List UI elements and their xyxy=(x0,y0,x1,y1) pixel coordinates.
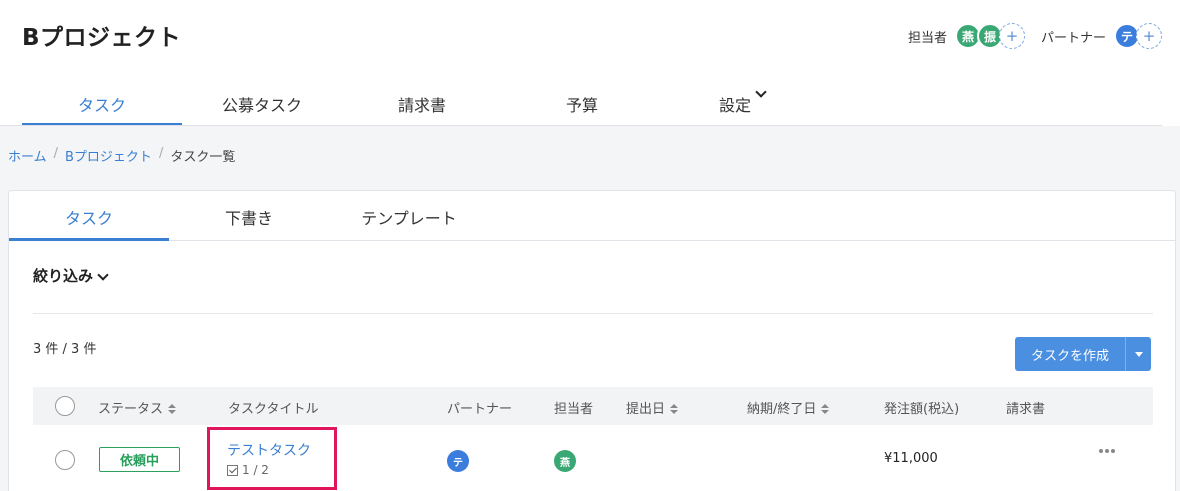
sort-icon xyxy=(168,404,177,415)
project-members: 担当者 燕 振 + パートナー テ + xyxy=(908,22,1162,50)
header-due-date[interactable]: 納期/終了日 xyxy=(747,398,830,417)
header-status[interactable]: ステータス xyxy=(98,398,177,417)
sort-icon xyxy=(670,404,679,415)
app-header: Bプロジェクト 担当者 燕 振 + パートナー テ + タスク 公募タスク 請求… xyxy=(0,0,1180,126)
create-task-dropdown-button[interactable] xyxy=(1125,337,1151,371)
breadcrumb-separator: / xyxy=(53,146,59,161)
breadcrumb-home[interactable]: ホーム xyxy=(8,146,47,165)
tab-budget[interactable]: 予算 xyxy=(502,84,662,126)
checkbox-icon xyxy=(227,464,238,476)
subtask-count: 1 / 2 xyxy=(242,463,269,477)
subtab-templates[interactable]: テンプレート xyxy=(329,191,489,241)
task-title-link[interactable]: テストタスク xyxy=(227,440,311,460)
sort-icon xyxy=(821,404,830,415)
status-badge: 依頼中 xyxy=(99,447,180,472)
row-select-checkbox[interactable] xyxy=(55,450,75,470)
header-assignee: 担当者 xyxy=(554,402,594,417)
task-table: ステータス タスクタイトル パートナー 担当者 提出日 納期/終了日 発注額(税… xyxy=(33,387,1153,491)
header-invoice: 請求書 xyxy=(1006,402,1046,417)
chevron-down-icon xyxy=(97,268,109,281)
breadcrumb: ホーム / Bプロジェクト / タスク一覧 xyxy=(8,146,235,165)
task-list-card: タスク 下書き テンプレート 絞り込み 3 件 / 3 件 タスクを作成 ステー… xyxy=(8,190,1176,491)
breadcrumb-separator: / xyxy=(158,146,164,161)
tab-public-tasks[interactable]: 公募タスク xyxy=(182,84,342,126)
create-task-button[interactable]: タスクを作成 xyxy=(1015,337,1125,371)
partner-label: パートナー xyxy=(1040,30,1106,46)
table-header: ステータス タスクタイトル パートナー 担当者 提出日 納期/終了日 発注額(税… xyxy=(33,387,1153,425)
caret-down-icon xyxy=(1134,351,1143,357)
header-submit-date-label: 提出日 xyxy=(626,402,666,417)
tab-settings[interactable]: 設定 xyxy=(662,84,822,126)
breadcrumb-project[interactable]: Bプロジェクト xyxy=(65,146,152,165)
order-amount: ¥11,000 xyxy=(884,451,938,466)
header-submit-date[interactable]: 提出日 xyxy=(626,398,679,417)
sub-tabs: タスク 下書き テンプレート xyxy=(9,191,1175,241)
chevron-down-icon xyxy=(755,86,767,98)
header-title: タスクタイトル xyxy=(228,402,319,417)
tab-tasks[interactable]: タスク xyxy=(22,84,182,126)
create-task-button-group: タスクを作成 xyxy=(1015,337,1151,371)
header-partner: パートナー xyxy=(447,402,513,417)
select-all-checkbox[interactable] xyxy=(55,396,75,416)
table-row[interactable]: 依頼中 テストタスク 1 / 2 テ 燕 ¥11,000 xyxy=(33,425,1153,491)
tab-settings-label: 設定 xyxy=(718,96,751,115)
assignee-label: 担当者 xyxy=(907,30,947,46)
highlight-box: テストタスク 1 / 2 xyxy=(207,427,337,490)
header-divider xyxy=(0,125,1162,126)
result-count: 3 件 / 3 件 xyxy=(33,342,97,357)
header-due-date-label: 納期/終了日 xyxy=(747,402,817,417)
filter-label: 絞り込み xyxy=(33,267,94,285)
assignee-avatar[interactable]: 燕 xyxy=(554,450,576,472)
subtab-drafts[interactable]: 下書き xyxy=(169,191,329,241)
header-status-label: ステータス xyxy=(98,402,164,417)
filter-toggle[interactable]: 絞り込み xyxy=(33,265,109,286)
add-partner-button[interactable]: + xyxy=(1136,23,1162,49)
partner-avatar[interactable]: テ xyxy=(447,450,469,472)
add-assignee-button[interactable]: + xyxy=(998,23,1025,49)
filter-divider xyxy=(33,313,1153,314)
main-nav-tabs: タスク 公募タスク 請求書 予算 設定 xyxy=(22,84,822,126)
subtask-progress: 1 / 2 xyxy=(227,463,269,477)
subtab-tasks[interactable]: タスク xyxy=(9,191,169,241)
project-title: Bプロジェクト xyxy=(22,25,182,51)
tab-invoices[interactable]: 請求書 xyxy=(342,84,502,126)
more-actions-icon[interactable] xyxy=(1099,449,1115,453)
breadcrumb-current: タスク一覧 xyxy=(170,150,236,165)
header-amount: 発注額(税込) xyxy=(884,402,960,417)
